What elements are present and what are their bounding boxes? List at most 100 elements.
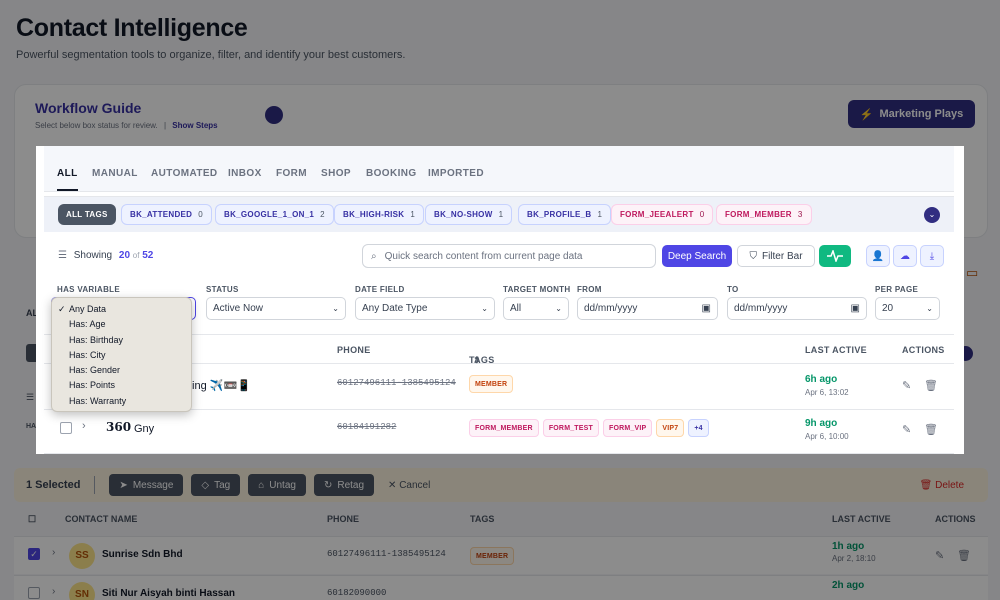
upload-button[interactable]: ☁ (893, 245, 917, 267)
chip-count: 1 (498, 210, 504, 219)
filter-bar-button[interactable]: ⛉ Filter Bar (737, 245, 815, 267)
status-select[interactable]: Active Now ⌄ (206, 297, 346, 320)
col-actions: ACTIONS (902, 345, 945, 355)
add-user-icon: 👤 (871, 250, 885, 262)
last-active-relative: 9h ago (805, 418, 838, 429)
chip-bk-high-risk[interactable]: BK_HIGH-RISK 1 (334, 204, 425, 225)
tab-inbox[interactable]: INBOX (228, 168, 262, 179)
download-icon: ⤓ (929, 250, 935, 262)
chip-form-jeealert[interactable]: FORM_JEEALERT 0 (611, 204, 714, 225)
edit-icon[interactable]: ✎ (902, 423, 911, 436)
search-box: ⌕ (362, 244, 656, 268)
of-label: of (132, 251, 140, 260)
table-row[interactable]: › 360 Gny 60184191282 FORM_MEMBER FORM_T… (44, 410, 954, 454)
tab-booking[interactable]: BOOKING (366, 168, 417, 179)
to-label: TO (727, 285, 739, 294)
contact-phone: 60184191282 (337, 422, 397, 432)
calendar-icon[interactable]: ▣ (702, 303, 711, 314)
tag-badge: FORM_MEMBER (469, 419, 539, 437)
list-icon: ☰ (58, 250, 67, 261)
showing-count: 20 (118, 250, 131, 261)
option-has-birthday[interactable]: Has: Birthday (52, 333, 191, 348)
deep-search-button[interactable]: Deep Search (662, 245, 732, 267)
per-page-select[interactable]: 20 ⌄ (875, 297, 940, 320)
chip-label: BK_NO-SHOW (434, 210, 493, 219)
showing-summary: ☰ Showing 20 of 52 (58, 250, 153, 261)
status-label: STATUS (206, 285, 239, 294)
option-any-data[interactable]: Any Data (52, 302, 191, 317)
chip-count: 1 (410, 210, 416, 219)
activity-button[interactable] (819, 245, 851, 267)
last-active: 9h ago Apr 6, 10:00 (805, 418, 849, 441)
source-tabs: ALL MANUAL AUTOMATED INBOX FORM SHOP BOO… (44, 146, 954, 192)
contact-name[interactable]: ting ✈️📼📱 (189, 379, 251, 392)
sort-icon[interactable]: ⇕ (473, 355, 481, 366)
from-date-input[interactable]: dd/mm/yyyy ▣ (577, 297, 718, 320)
chip-form-member[interactable]: FORM_MEMBER 3 (716, 204, 812, 225)
toolbar: ☰ Showing 20 of 52 ⌕ Deep Search ⛉ Filter… (44, 236, 954, 280)
chevron-right-icon[interactable]: › (82, 420, 86, 432)
tab-automated[interactable]: AUTOMATED (151, 168, 218, 179)
to-date-input[interactable]: dd/mm/yyyy ▣ (727, 297, 867, 320)
from-label: FROM (577, 285, 602, 294)
chip-label: ALL TAGS (66, 210, 108, 219)
chip-count: 2 (320, 210, 325, 219)
chevron-down-icon: ⌄ (555, 304, 562, 313)
pulse-icon (827, 250, 843, 262)
chip-label: BK_GOOGLE_1_ON_1 (224, 210, 315, 219)
tag-list: FORM_MEMBER FORM_TEST FORM_VIP VIP7 +4 (469, 419, 709, 437)
tag-filter-bar: ALL TAGS BK_ATTENDED 0 BK_GOOGLE_1_ON_1 2 … (44, 196, 954, 232)
option-has-warranty[interactable]: Has: Warranty (52, 394, 191, 409)
tab-form[interactable]: FORM (276, 168, 307, 179)
last-active-relative: 6h ago (805, 374, 838, 385)
trash-icon[interactable]: 🗑 (924, 379, 938, 392)
search-input[interactable] (384, 250, 635, 262)
chip-bk-profile-b[interactable]: BK_PROFILE_B 1 (518, 204, 612, 225)
option-has-gender[interactable]: Has: Gender (52, 363, 191, 378)
cloud-upload-icon: ☁ (900, 250, 910, 262)
contact-name[interactable]: Gny (134, 423, 154, 435)
has-variable-dropdown: Any Data Has: Age Has: Birthday Has: Cit… (51, 297, 192, 412)
chip-label: BK_ATTENDED (130, 210, 193, 219)
per-page-label: PER PAGE (875, 285, 919, 294)
to-value: dd/mm/yyyy (734, 303, 788, 314)
target-month-select[interactable]: All ⌄ (503, 297, 569, 320)
row-checkbox[interactable] (60, 422, 72, 434)
chip-all-tags[interactable]: ALL TAGS (58, 204, 116, 225)
status-value: Active Now (213, 303, 264, 314)
chip-label: FORM_MEMBER (725, 210, 792, 219)
target-month-value: All (510, 303, 522, 314)
tab-imported[interactable]: IMPORTED (428, 168, 484, 179)
tag-badge: FORM_TEST (542, 419, 600, 437)
tab-shop[interactable]: SHOP (321, 168, 351, 179)
chip-count: 0 (198, 210, 204, 219)
tab-manual[interactable]: MANUAL (92, 168, 138, 179)
chip-count: 1 (597, 210, 603, 219)
add-user-button[interactable]: 👤 (866, 245, 890, 267)
filter-bar-label: Filter Bar (761, 250, 803, 262)
per-page-value: 20 (882, 303, 894, 314)
tag-badge: VIP7 (656, 419, 685, 437)
company-logo: 360 (106, 420, 132, 434)
col-last-active[interactable]: LAST ACTIVE (805, 345, 867, 355)
chip-bk-attended[interactable]: BK_ATTENDED 0 (121, 204, 213, 225)
trash-icon[interactable]: 🗑 (924, 423, 938, 436)
chip-bk-no-show[interactable]: BK_NO-SHOW 1 (425, 204, 513, 225)
option-has-city[interactable]: Has: City (52, 348, 191, 363)
last-active-date: Apr 6, 13:02 (805, 388, 849, 397)
date-field-select[interactable]: Any Date Type ⌄ (355, 297, 495, 320)
chip-count: 0 (699, 210, 705, 219)
chip-label: FORM_JEEALERT (620, 210, 694, 219)
option-has-age[interactable]: Has: Age (52, 317, 191, 332)
edit-icon[interactable]: ✎ (902, 379, 911, 392)
calendar-icon[interactable]: ▣ (851, 303, 860, 314)
chip-bk-google[interactable]: BK_GOOGLE_1_ON_1 2 (215, 204, 334, 225)
option-has-points[interactable]: Has: Points (52, 378, 191, 393)
contacts-panel: ALL MANUAL AUTOMATED INBOX FORM SHOP BOO… (36, 146, 964, 454)
download-button[interactable]: ⤓ (920, 245, 944, 267)
tab-all[interactable]: ALL (57, 168, 78, 191)
chevron-down-icon[interactable]: ⌄ (924, 207, 940, 223)
tag-badge: MEMBER (469, 375, 514, 393)
more-tags-badge[interactable]: +4 (688, 419, 709, 437)
showing-label: Showing (73, 250, 113, 261)
